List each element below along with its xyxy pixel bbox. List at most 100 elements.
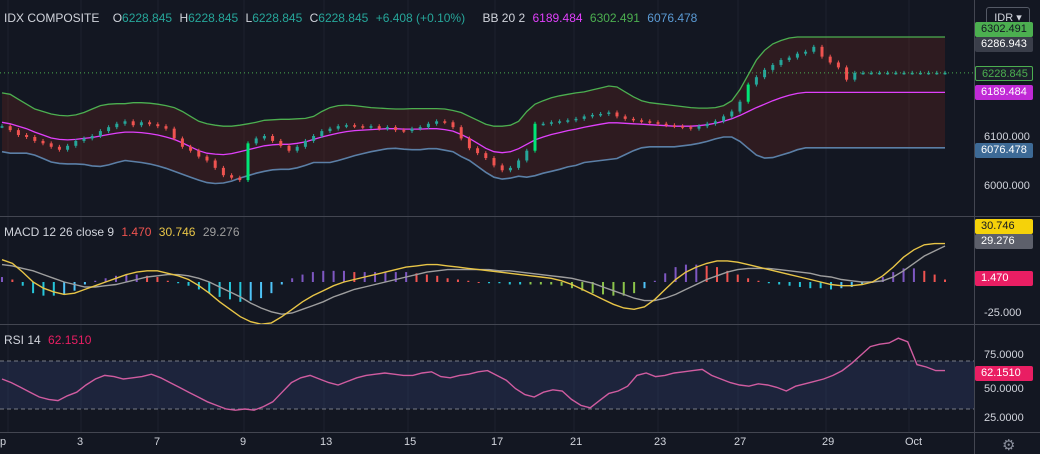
x-tick-1: 3 — [77, 436, 84, 448]
macd-hist-bar-28 — [291, 278, 294, 282]
macd-hist-bar-21 — [218, 282, 221, 297]
price-pane[interactable] — [0, 36, 974, 185]
candle-63 — [517, 160, 521, 168]
time-axis-border — [0, 432, 1040, 433]
candle-30 — [246, 143, 250, 181]
candle-14 — [115, 123, 119, 128]
tag-macd-line: 30.746 — [975, 219, 1033, 234]
candle-52 — [426, 123, 430, 128]
macd-hist-bar-20 — [208, 282, 211, 294]
macd-tick-neg25: -25.000 — [984, 307, 1022, 319]
macd-hist-bar-75 — [778, 282, 781, 285]
macd-hist-bar-46 — [477, 282, 480, 283]
candle-48 — [394, 127, 398, 131]
candle-102 — [836, 62, 840, 68]
macd-hist-bar-77 — [798, 282, 801, 287]
macd-hist-bar-47 — [488, 282, 491, 284]
macd-hist-bar-50 — [519, 282, 522, 285]
macd-line-value: 30.746 — [158, 225, 196, 239]
macd-hist-bar-30 — [311, 272, 314, 282]
candle-103 — [845, 67, 849, 80]
candle-26 — [213, 160, 217, 168]
candle-24 — [197, 150, 201, 157]
macd-hist-bar-89 — [923, 270, 926, 282]
candle-15 — [123, 121, 127, 124]
macd-hist-bar-44 — [456, 279, 459, 282]
x-tick-10: 29 — [822, 436, 835, 448]
macd-legend: MACD 12 26 close 9 1.470 30.746 29.276 — [4, 225, 244, 239]
price-tick-6100: 6100.000 — [984, 131, 1030, 143]
bb-lower-value: 6076.478 — [647, 11, 698, 25]
candle-16 — [131, 121, 135, 126]
candle-22 — [180, 138, 184, 147]
close-value: 6228.845 — [318, 11, 369, 25]
macd-line — [1, 242, 945, 325]
macd-hist-bar-53 — [550, 282, 553, 285]
macd-hist-bar-91 — [944, 279, 946, 282]
candle-50 — [410, 128, 414, 132]
candle-2 — [16, 130, 20, 136]
macd-hist-bar-64 — [664, 273, 667, 282]
candle-83 — [681, 126, 685, 128]
candle-93 — [763, 69, 767, 78]
x-tick-2: 7 — [154, 436, 161, 448]
candle-79 — [648, 121, 652, 123]
macd-hist-bar-6 — [63, 282, 66, 295]
macd-hist-bar-7 — [73, 282, 76, 291]
candle-100 — [820, 46, 824, 57]
macd-hist-bar-80 — [830, 282, 833, 290]
candle-4 — [33, 136, 37, 141]
candle-10 — [82, 138, 86, 141]
candle-51 — [418, 127, 422, 129]
macd-hist-bar-69 — [716, 267, 719, 282]
macd-hist-bar-72 — [747, 278, 750, 282]
candle-21 — [172, 128, 176, 139]
candle-34 — [279, 140, 283, 146]
candle-87 — [713, 121, 717, 124]
candle-20 — [164, 126, 168, 129]
candle-1 — [8, 126, 12, 131]
macd-hist-bar-27 — [280, 282, 283, 285]
candle-89 — [730, 111, 734, 117]
macd-hist-bar-29 — [301, 274, 304, 282]
x-tick-6: 17 — [491, 436, 504, 448]
pane-separator-macd[interactable] — [0, 216, 1040, 217]
gear-icon[interactable]: ⚙ — [1002, 436, 1015, 454]
x-tick-11: Oct — [905, 436, 923, 448]
tag-high: 6286.943 — [975, 37, 1033, 52]
rsi-label: RSI 14 — [4, 333, 41, 347]
candle-19 — [156, 124, 160, 127]
open-label: O — [112, 11, 123, 25]
candle-94 — [771, 64, 775, 70]
candle-35 — [287, 145, 291, 151]
candle-55 — [451, 122, 455, 128]
macd-hist-bar-25 — [260, 282, 263, 299]
macd-hist-bar-23 — [239, 282, 242, 302]
candle-33 — [271, 136, 275, 141]
candle-5 — [41, 140, 45, 144]
macd-hist-bar-5 — [52, 282, 55, 296]
candle-60 — [492, 158, 496, 166]
change-value: +6.408 (+0.10%) — [375, 11, 466, 25]
candle-49 — [402, 130, 406, 132]
candle-42 — [344, 125, 348, 127]
macd-pane[interactable] — [1, 242, 946, 325]
bb-upper-value: 6302.491 — [589, 11, 640, 25]
tag-bb-lower: 6076.478 — [975, 143, 1033, 158]
candle-36 — [295, 146, 299, 151]
candle-53 — [435, 121, 439, 124]
rsi-pane[interactable] — [0, 337, 974, 411]
rsi-value: 62.1510 — [48, 333, 92, 347]
candle-99 — [812, 46, 816, 52]
candle-8 — [66, 145, 70, 150]
candle-101 — [828, 56, 832, 63]
candle-59 — [484, 153, 488, 159]
candle-64 — [525, 150, 529, 161]
tag-close: 6228.845 — [975, 66, 1033, 81]
pane-separator-rsi[interactable] — [0, 324, 1040, 325]
candle-82 — [672, 125, 676, 127]
tag-rsi: 62.1510 — [975, 366, 1033, 381]
macd-hist-bar-61 — [633, 282, 636, 294]
candle-18 — [148, 122, 152, 125]
macd-hist-bar-71 — [736, 274, 739, 282]
